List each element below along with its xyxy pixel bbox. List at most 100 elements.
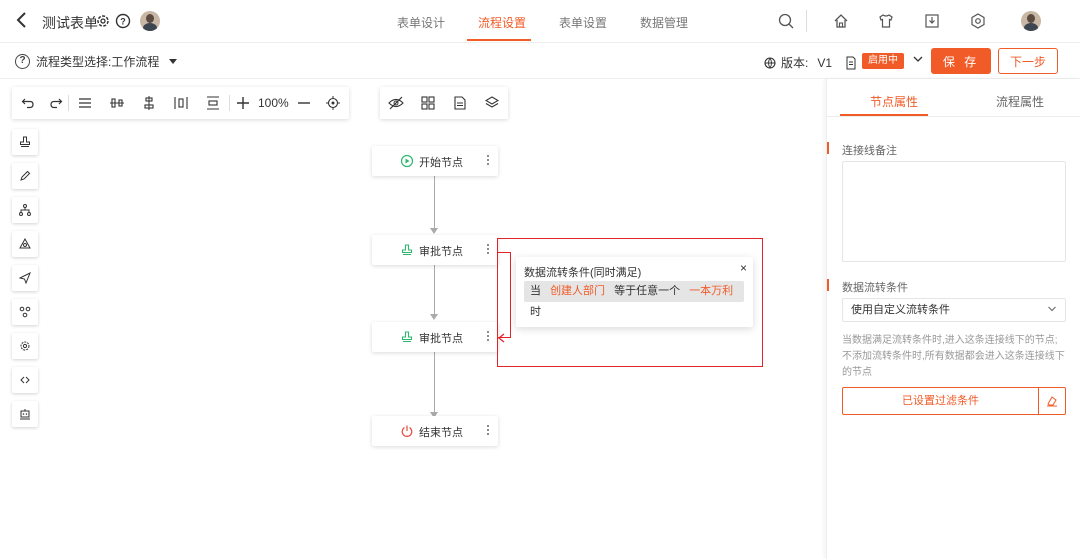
- remark-textarea[interactable]: [842, 161, 1066, 262]
- approval-node-tool[interactable]: [12, 129, 38, 155]
- send-node-tool[interactable]: [12, 265, 38, 291]
- undo-icon: [21, 98, 34, 109]
- popup-title: 数据流转条件(同时满足): [524, 267, 642, 279]
- filter-control: 已设置过滤条件: [842, 387, 1066, 415]
- grid-icon: [421, 96, 435, 110]
- redo-button[interactable]: [44, 87, 68, 119]
- tab-form-design[interactable]: 表单设计: [397, 14, 445, 31]
- close-icon[interactable]: ×: [740, 261, 747, 275]
- align-hcenter-button[interactable]: [133, 87, 165, 119]
- gear-icon[interactable]: [95, 13, 111, 29]
- connect-node-tool[interactable]: [12, 299, 38, 325]
- chevron-down-icon: [1048, 306, 1056, 312]
- search-icon[interactable]: [777, 12, 795, 30]
- condition-value: 一本万利: [689, 285, 734, 297]
- more-vertical-icon[interactable]: [486, 153, 490, 167]
- help-icon[interactable]: ?: [115, 13, 131, 29]
- redo-icon: [50, 98, 63, 109]
- version-value: V1: [817, 55, 833, 70]
- arrow-left-icon: [497, 333, 505, 343]
- more-vertical-icon[interactable]: [486, 242, 490, 256]
- cog-icon: [20, 341, 30, 351]
- stamp-icon: [401, 331, 413, 343]
- version-info: 版本: V1: [764, 54, 857, 71]
- flow-canvas[interactable]: 100% 开始节点 审批节点 审批节点 结束节点 数据流转条件(同时满足) × …: [0, 79, 826, 559]
- connector-line[interactable]: [434, 265, 435, 315]
- save-button[interactable]: 保 存: [931, 48, 991, 74]
- tab-flow-settings[interactable]: 流程设置: [478, 14, 526, 31]
- divider: [827, 116, 1080, 117]
- flow-node-approval[interactable]: 审批节点: [372, 235, 498, 265]
- flow-node-approval[interactable]: 审批节点: [372, 322, 498, 352]
- nodes-icon: [19, 306, 31, 318]
- remark-label: 连接线备注: [842, 145, 897, 157]
- chevron-down-icon[interactable]: [912, 53, 924, 65]
- sub-toolbar: ? 流程类型选择:工作流程 版本: V1 启用中 保 存 下一步: [0, 43, 1080, 79]
- tab-node-properties[interactable]: 节点属性: [870, 93, 918, 110]
- condition-when: 当: [530, 285, 541, 297]
- active-tab-indicator: [467, 39, 531, 41]
- power-icon: [401, 425, 413, 437]
- minus-icon: [297, 102, 310, 104]
- robot-icon: [20, 409, 30, 420]
- eraser-icon: [1047, 396, 1057, 407]
- condition-rule[interactable]: 当 创建人部门 等于任意一个 一本万利 时: [524, 281, 744, 318]
- tab-form-settings[interactable]: 表单设置: [559, 14, 607, 31]
- highlight-bracket: [497, 252, 511, 338]
- recycle-icon: [19, 238, 31, 249]
- next-step-button[interactable]: 下一步: [998, 48, 1058, 74]
- document-button[interactable]: [444, 87, 476, 119]
- layers-icon: [485, 96, 499, 108]
- grid-button[interactable]: [412, 87, 444, 119]
- section-marker: [827, 279, 829, 291]
- settings-icon[interactable]: [969, 12, 987, 30]
- condition-select-value: 使用自定义流转条件: [851, 304, 950, 316]
- link-node-tool[interactable]: [12, 367, 38, 393]
- condition-operator: 等于任意一个: [614, 285, 681, 297]
- flow-type-select[interactable]: ? 流程类型选择:工作流程: [15, 53, 178, 70]
- layers-button[interactable]: [476, 87, 508, 119]
- align-horizontal-center-icon: [144, 96, 154, 110]
- back-arrow-icon[interactable]: [14, 10, 30, 30]
- branch-icon: [19, 204, 31, 216]
- connector-line[interactable]: [434, 176, 435, 229]
- clear-filter-button[interactable]: [1039, 388, 1065, 414]
- branch-node-tool[interactable]: [12, 197, 38, 223]
- question-icon: ?: [15, 54, 30, 69]
- filter-button[interactable]: 已设置过滤条件: [843, 388, 1039, 414]
- user-avatar[interactable]: [1021, 11, 1041, 31]
- shirt-icon[interactable]: [877, 12, 895, 30]
- zoom-level: 100%: [258, 96, 289, 110]
- more-vertical-icon[interactable]: [486, 329, 490, 343]
- document-icon[interactable]: [845, 56, 857, 70]
- divider: [806, 10, 807, 32]
- distribute-horizontal-button[interactable]: [165, 87, 197, 119]
- condition-label: 数据流转条件: [842, 282, 908, 294]
- zoom-out-button[interactable]: [291, 87, 317, 119]
- hide-button[interactable]: [380, 87, 412, 119]
- flow-node-start[interactable]: 开始节点: [372, 146, 498, 176]
- send-icon: [19, 272, 31, 284]
- fill-node-tool[interactable]: [12, 163, 38, 189]
- fit-view-button[interactable]: [317, 87, 349, 119]
- tab-flow-properties[interactable]: 流程属性: [996, 93, 1044, 110]
- home-icon[interactable]: [832, 12, 850, 30]
- cycle-node-tool[interactable]: [12, 231, 38, 257]
- align-button[interactable]: [69, 87, 101, 119]
- connector-arrow: [430, 314, 438, 320]
- robot-node-tool[interactable]: [12, 401, 38, 427]
- flow-node-end[interactable]: 结束节点: [372, 416, 498, 446]
- more-vertical-icon[interactable]: [486, 423, 490, 437]
- zoom-in-button[interactable]: [230, 87, 256, 119]
- connector-line[interactable]: [434, 352, 435, 414]
- download-icon[interactable]: [923, 12, 941, 30]
- distribute-vertical-button[interactable]: [197, 87, 229, 119]
- caret-down-icon: [169, 59, 178, 64]
- undo-button[interactable]: [12, 87, 44, 119]
- settings-node-tool[interactable]: [12, 333, 38, 359]
- avatar[interactable]: [140, 11, 160, 31]
- canvas-toolbar-secondary: [380, 87, 508, 119]
- align-vcenter-button[interactable]: [101, 87, 133, 119]
- condition-select[interactable]: 使用自定义流转条件: [842, 298, 1066, 322]
- tab-data-management[interactable]: 数据管理: [640, 14, 688, 31]
